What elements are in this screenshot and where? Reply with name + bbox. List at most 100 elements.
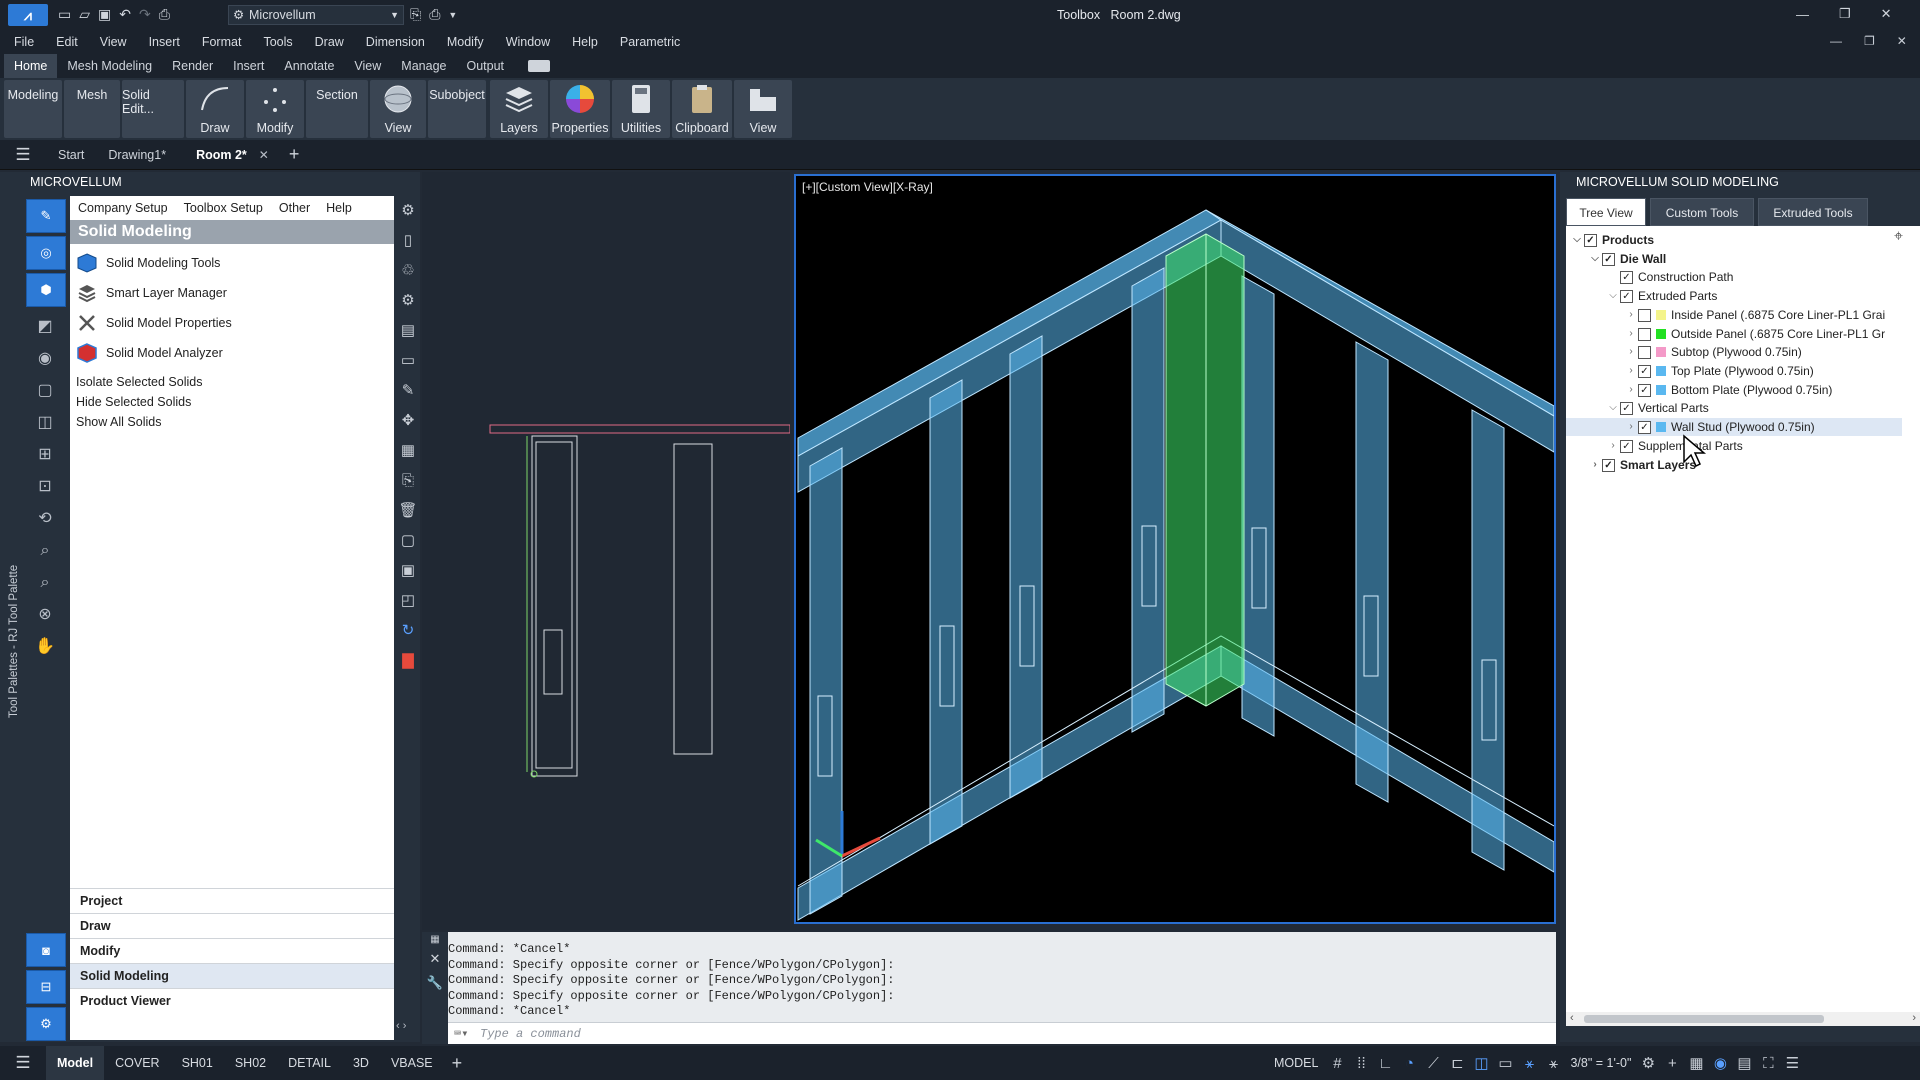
collapsed-arrow-icon[interactable]: › bbox=[1624, 343, 1638, 361]
zoom-window-icon[interactable]: ⌕ bbox=[33, 571, 57, 595]
region-icon[interactable]: ⊡ bbox=[33, 475, 57, 499]
checkbox-checked[interactable]: ✓ bbox=[1638, 383, 1651, 397]
app-logo[interactable]: ⩘ bbox=[8, 4, 48, 26]
model-space-toggle[interactable]: MODEL bbox=[1274, 1056, 1318, 1070]
customize-wrench-icon[interactable]: 🔧 bbox=[422, 975, 448, 991]
checkbox-checked[interactable]: ✓ bbox=[1620, 401, 1633, 415]
close-tab-icon[interactable]: ✕ bbox=[259, 148, 269, 162]
copy-icon[interactable]: ⎘ bbox=[396, 466, 420, 496]
command-input[interactable]: ⌨▾ Type a command bbox=[448, 1022, 1556, 1044]
menu-draw[interactable]: Draw bbox=[304, 35, 355, 49]
menu-help[interactable]: Help bbox=[561, 35, 609, 49]
menu-edit[interactable]: Edit bbox=[45, 35, 89, 49]
collapsed-arrow-icon[interactable]: › bbox=[1624, 325, 1638, 343]
new-file-icon[interactable]: ▭ bbox=[58, 6, 71, 23]
palette-tab-modify[interactable]: Modify bbox=[70, 938, 394, 963]
hide-selected-solids-item[interactable]: Hide Selected Solids bbox=[70, 392, 394, 412]
palette-menu-company-setup[interactable]: Company Setup bbox=[70, 201, 176, 215]
menu-view[interactable]: View bbox=[89, 35, 138, 49]
redo-icon[interactable]: ↷ bbox=[139, 6, 151, 23]
show-all-solids-item[interactable]: Show All Solids bbox=[70, 412, 394, 432]
page-icon[interactable]: ▭ bbox=[396, 346, 420, 376]
ribbon-clipboard-button[interactable]: Clipboard bbox=[672, 80, 732, 138]
menu-dimension[interactable]: Dimension bbox=[355, 35, 436, 49]
save-icon[interactable]: ▣ bbox=[98, 6, 111, 23]
ribbon-tab-insert[interactable]: Insert bbox=[223, 54, 274, 78]
checkbox-unchecked[interactable] bbox=[1638, 308, 1651, 322]
checkbox-checked[interactable]: ✓ bbox=[1638, 364, 1651, 378]
zoom-extents-icon[interactable]: ⊗ bbox=[33, 603, 57, 627]
ribbon-section-button[interactable]: Section bbox=[306, 80, 368, 138]
snap-mode-icon[interactable]: ⁞⁞ bbox=[1350, 1055, 1372, 1072]
gear-large-icon[interactable]: ⚙ bbox=[396, 286, 420, 316]
ribbon-utilities-button[interactable]: Utilities bbox=[612, 80, 670, 138]
new-sheet-icon[interactable]: ⊞ bbox=[33, 443, 57, 467]
checkbox-checked[interactable]: ✓ bbox=[1620, 270, 1633, 284]
open-folder-icon[interactable]: ▱ bbox=[79, 6, 90, 23]
menu-tools[interactable]: Tools bbox=[252, 35, 303, 49]
units-icon[interactable]: ▦ bbox=[1685, 1054, 1707, 1072]
checkbox-checked[interactable]: ✓ bbox=[1602, 458, 1615, 472]
quick-access-menu-icon[interactable]: ▼ bbox=[448, 10, 457, 20]
isolate-selected-solids-item[interactable]: Isolate Selected Solids bbox=[70, 372, 394, 392]
zoom-icon[interactable]: ⌕ bbox=[33, 539, 57, 563]
menu-insert[interactable]: Insert bbox=[138, 35, 191, 49]
checkbox-checked[interactable]: ✓ bbox=[1602, 252, 1615, 266]
doc-close-icon[interactable]: ✕ bbox=[1897, 34, 1907, 48]
ribbon-view-button[interactable]: View bbox=[370, 80, 426, 138]
annotation-visibility-icon[interactable]: ⚹ bbox=[1518, 1055, 1540, 1072]
layout-tab-model[interactable]: Model bbox=[46, 1046, 105, 1080]
grid-display-icon[interactable]: # bbox=[1326, 1055, 1348, 1072]
layout-tab-sh02[interactable]: SH02 bbox=[224, 1046, 277, 1080]
customization-menu-icon[interactable]: ☰ bbox=[1781, 1054, 1803, 1072]
checkbox-checked[interactable]: ✓ bbox=[1584, 233, 1597, 247]
checkbox-unchecked[interactable] bbox=[1638, 327, 1651, 341]
ruler-icon[interactable]: ▤ bbox=[396, 316, 420, 346]
ribbon-tab-output[interactable]: Output bbox=[456, 54, 514, 78]
workspace-settings-icon[interactable]: ⚙ bbox=[1637, 1054, 1659, 1072]
ribbon-properties-button[interactable]: Properties bbox=[550, 80, 610, 138]
menu-file[interactable]: File bbox=[3, 35, 45, 49]
layout-tab-vbase[interactable]: VBASE bbox=[380, 1046, 444, 1080]
ribbon-solid-edit-button[interactable]: Solid Edit... bbox=[122, 80, 184, 138]
ribbon-subobject-button[interactable]: Subobject bbox=[428, 80, 486, 138]
doc-restore-icon[interactable]: ❐ bbox=[1864, 34, 1875, 48]
menu-parametric[interactable]: Parametric bbox=[609, 35, 691, 49]
palette-tab-draw[interactable]: Draw bbox=[70, 913, 394, 938]
tree-node-top-plate[interactable]: › ✓ Top Plate (Plywood 0.75in) bbox=[1624, 362, 1813, 380]
pen-icon[interactable]: ✎ bbox=[396, 376, 420, 406]
box-outline-icon[interactable]: ▢ bbox=[33, 379, 57, 403]
grid-icon[interactable]: ▦ bbox=[396, 436, 420, 466]
annotation-monitor-icon[interactable]: + bbox=[1661, 1055, 1683, 1072]
workspace-dropdown[interactable]: ⚙ Microvellum ▼ bbox=[228, 5, 404, 25]
hamburger-menu-icon[interactable]: ☰ bbox=[0, 145, 46, 165]
clean-screen-icon[interactable]: ⛶ bbox=[1757, 1055, 1779, 1072]
tree-node-inside-panel[interactable]: › Inside Panel (.6875 Core Liner-PL1 Grai bbox=[1624, 306, 1885, 324]
plot-icon[interactable]: ⎙ bbox=[429, 6, 440, 23]
target-locate-icon[interactable]: ⌖ bbox=[1894, 228, 1903, 246]
pencil-tool-icon[interactable]: ✎ bbox=[26, 199, 66, 233]
ribbon-tab-annotate[interactable]: Annotate bbox=[274, 54, 344, 78]
doc-minimize-icon[interactable]: — bbox=[1830, 34, 1842, 48]
graphics-performance-icon[interactable]: ▤ bbox=[1733, 1054, 1755, 1072]
checkbox-checked[interactable]: ✓ bbox=[1638, 420, 1651, 434]
checkbox-unchecked[interactable] bbox=[1638, 345, 1651, 359]
collapsed-arrow-icon[interactable]: › bbox=[1606, 437, 1620, 455]
target-dropdown-icon[interactable]: ◉ bbox=[33, 347, 57, 371]
cabinet-icon[interactable]: ▣ bbox=[396, 556, 420, 586]
collapsed-arrow-icon[interactable]: › bbox=[1624, 362, 1638, 380]
solid-modeling-tools-item[interactable]: Solid Modeling Tools bbox=[70, 248, 394, 278]
checkbox-checked[interactable]: ✓ bbox=[1620, 289, 1633, 303]
document-icon[interactable]: ▯ bbox=[396, 226, 420, 256]
object-snap-tracking-icon[interactable]: ⊏ bbox=[1446, 1054, 1468, 1072]
scroll-arrows-icon[interactable]: ‹ › bbox=[396, 1020, 406, 1032]
collapsed-arrow-icon[interactable]: › bbox=[1624, 306, 1638, 324]
tab-tree-view[interactable]: Tree View bbox=[1566, 198, 1646, 226]
layout-menu-icon[interactable]: ☰ bbox=[0, 1053, 46, 1073]
pdf-icon[interactable]: ▇ bbox=[396, 646, 420, 676]
redo-arrow-icon[interactable]: ↻ bbox=[396, 616, 420, 646]
palette-menu-other[interactable]: Other bbox=[271, 201, 318, 215]
menu-window[interactable]: Window bbox=[495, 35, 561, 49]
orbit-icon[interactable]: ⟲ bbox=[33, 507, 57, 531]
camera-icon[interactable]: ◙ bbox=[26, 933, 66, 967]
